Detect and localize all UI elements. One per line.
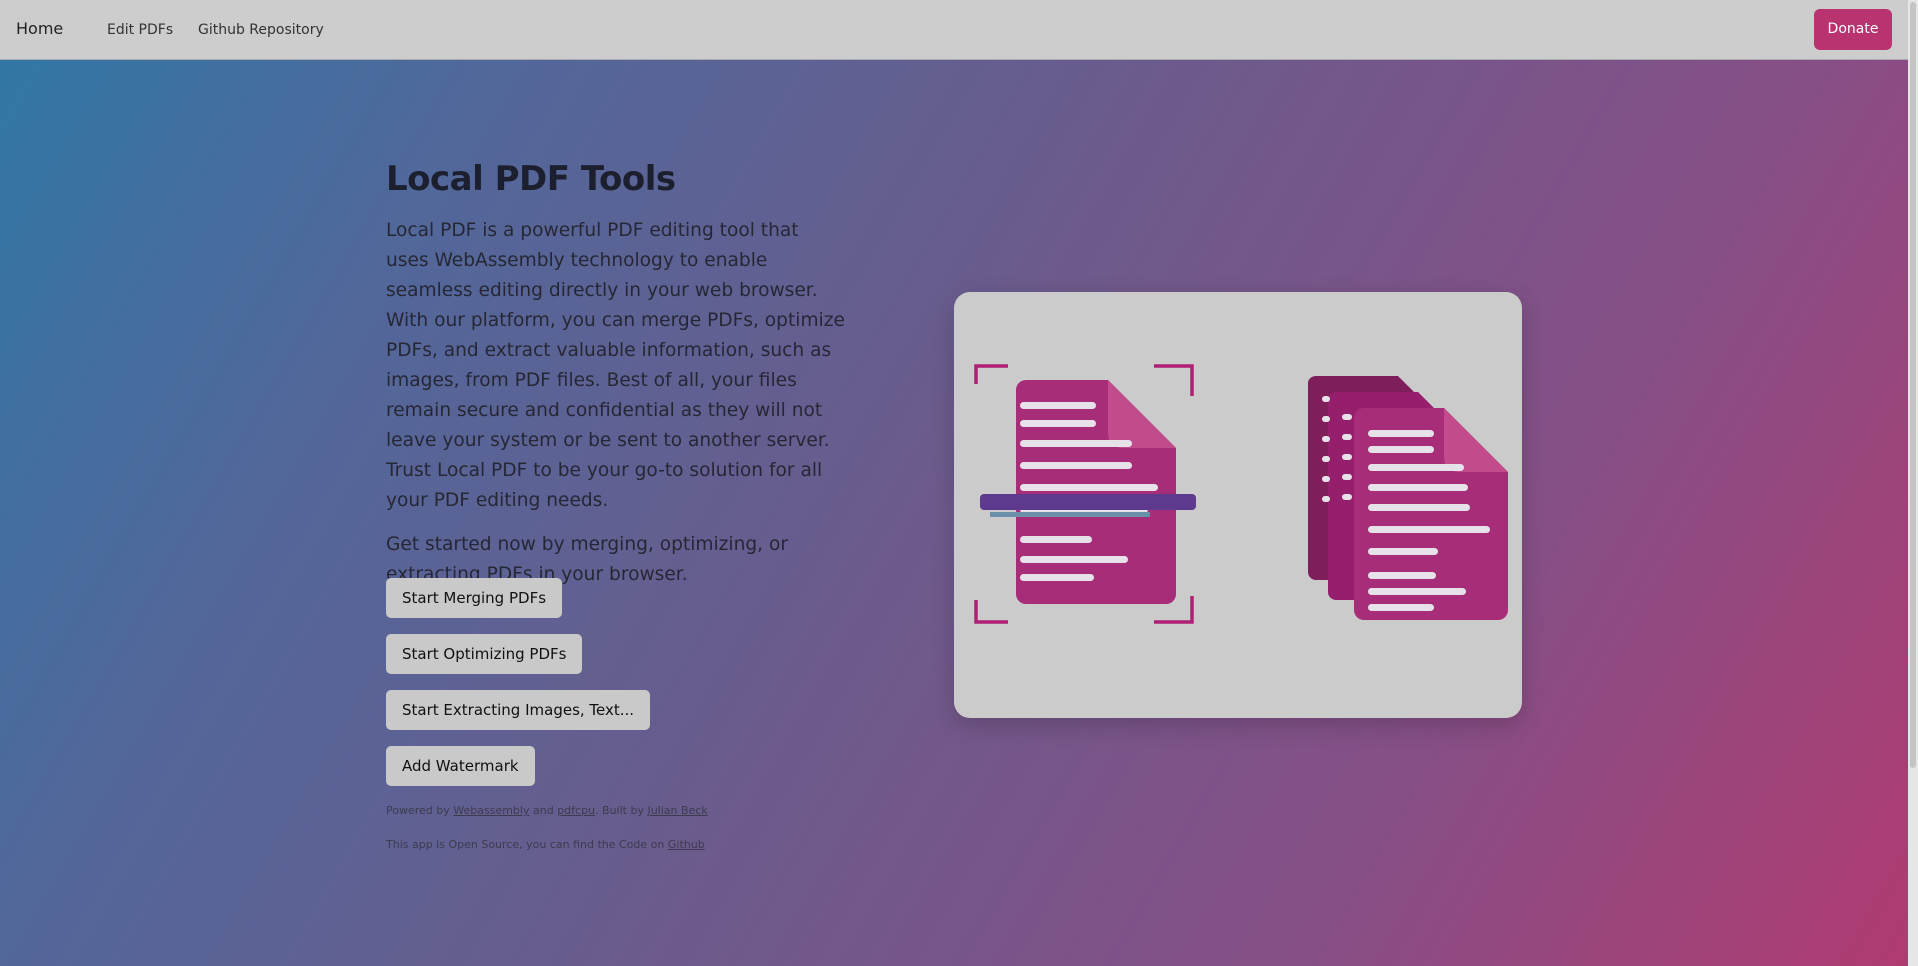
pdf-tools-illustration bbox=[974, 364, 1508, 624]
footer-text: and bbox=[529, 804, 558, 817]
nav-home-link[interactable]: Home bbox=[16, 19, 63, 38]
hero-description: Local PDF is a powerful PDF editing tool… bbox=[386, 220, 845, 511]
start-optimizing-button[interactable]: Start Optimizing PDFs bbox=[386, 634, 583, 674]
page-scrollbar[interactable] bbox=[1908, 0, 1918, 966]
top-navbar: Home Edit PDFs Github Repository Donate bbox=[0, 0, 1908, 60]
scan-document-icon bbox=[974, 364, 1196, 624]
donate-button[interactable]: Donate bbox=[1814, 9, 1892, 50]
illustration-card bbox=[954, 292, 1522, 718]
add-watermark-button[interactable]: Add Watermark bbox=[386, 746, 535, 786]
pdfcpu-link[interactable]: pdfcpu bbox=[557, 804, 595, 817]
start-merging-button[interactable]: Start Merging PDFs bbox=[386, 578, 563, 618]
nav-edit-pdfs-link[interactable]: Edit PDFs bbox=[107, 22, 173, 38]
stacked-documents-icon bbox=[1308, 375, 1508, 620]
start-extracting-button[interactable]: Start Extracting Images, Text... bbox=[386, 690, 651, 730]
footer-text: This app is Open Source, you can find th… bbox=[386, 838, 668, 851]
hero-section: Local PDF Tools Local PDF is a powerful … bbox=[386, 158, 846, 590]
footer-open-source: This app is Open Source, you can find th… bbox=[386, 838, 705, 851]
scrollbar-thumb[interactable] bbox=[1910, 2, 1916, 768]
footer-text: . Built by bbox=[595, 804, 648, 817]
footer-powered-by: Powered by Webassembly and pdfcpu. Built… bbox=[386, 804, 708, 817]
author-link[interactable]: Julian Beck bbox=[647, 804, 707, 817]
nav-github-repository-link[interactable]: Github Repository bbox=[198, 22, 324, 38]
page-title: Local PDF Tools bbox=[386, 159, 676, 199]
github-link[interactable]: Github bbox=[668, 838, 705, 851]
webassembly-link[interactable]: Webassembly bbox=[453, 804, 529, 817]
footer-text: Powered by bbox=[386, 804, 454, 817]
